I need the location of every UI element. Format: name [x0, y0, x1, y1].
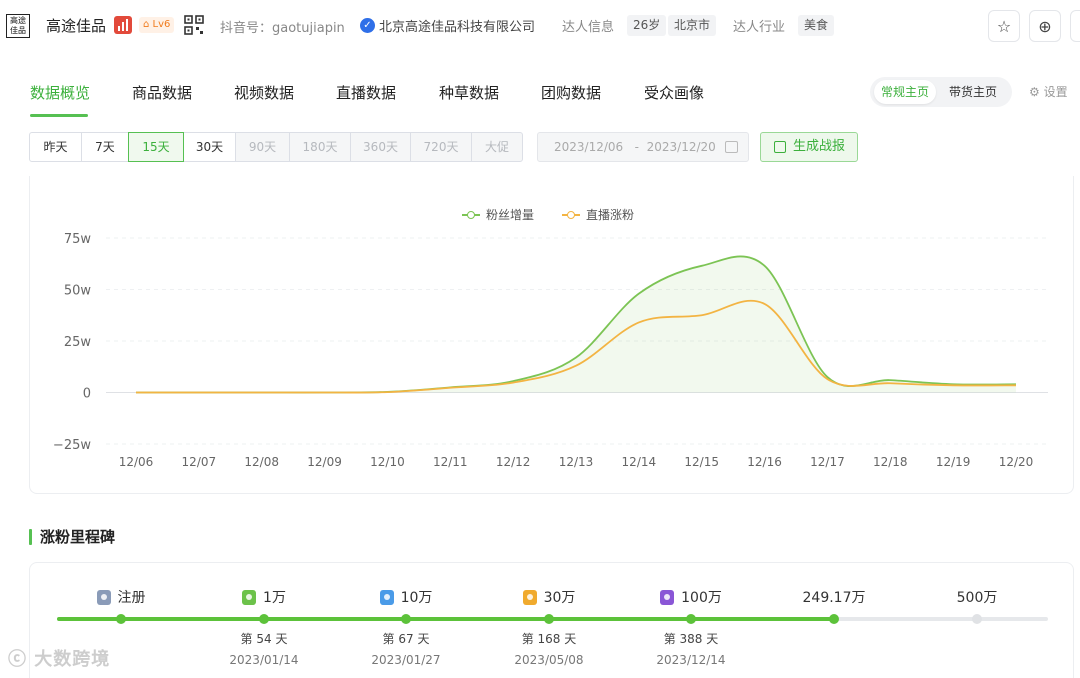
milestone-dot [829, 614, 839, 624]
milestone-progress [57, 617, 835, 621]
milestone-dot [544, 614, 554, 624]
x-tick-label: 12/16 [747, 455, 782, 469]
watermark: ⓒ 大数跨境 [8, 645, 110, 671]
x-tick-label: 12/09 [307, 455, 342, 469]
x-tick-label: 12/17 [810, 455, 845, 469]
watermark-text: 大数跨境 [34, 649, 111, 670]
y-tick-label: −25w [53, 438, 91, 453]
milestone-dot [116, 614, 126, 624]
milestone-label: 249.17万 [802, 590, 866, 606]
milestone-dot [686, 614, 696, 624]
milestone-badge-icon [379, 589, 394, 605]
x-tick-label: 12/10 [370, 455, 405, 469]
y-tick-label: 50w [64, 284, 92, 299]
x-tick-label: 12/18 [873, 455, 908, 469]
y-tick-label: 25w [64, 335, 92, 350]
milestone-day: 第 54 天 [240, 632, 288, 646]
milestone-label: 30万 [522, 587, 575, 607]
milestone-label: 100万 [660, 587, 722, 607]
y-tick-label: 75w [64, 232, 92, 247]
milestone-label: 注册 [96, 587, 146, 607]
milestone-label: 1万 [242, 587, 286, 607]
milestone-section-title: 涨粉里程碑 [29, 527, 115, 547]
watermark-logo-icon: ⓒ [8, 649, 27, 670]
x-tick-label: 12/11 [433, 455, 468, 469]
milestone-dot [401, 614, 411, 624]
y-tick-label: 0 [83, 387, 91, 402]
x-tick-label: 12/12 [496, 455, 531, 469]
milestone-day: 第 168 天 [521, 632, 577, 646]
milestone-day: 第 67 天 [382, 632, 430, 646]
series-area-0 [136, 256, 1016, 393]
x-tick-label: 12/20 [999, 455, 1034, 469]
milestone-label: 10万 [379, 587, 432, 607]
milestone-badge-icon [660, 589, 675, 605]
milestone-badge-icon [96, 589, 111, 605]
x-tick-label: 12/15 [684, 455, 719, 469]
x-tick-label: 12/14 [622, 455, 657, 469]
x-tick-label: 12/19 [936, 455, 971, 469]
milestone-day: 第 388 天 [663, 632, 719, 646]
x-tick-label: 12/07 [182, 455, 217, 469]
x-tick-label: 12/13 [559, 455, 594, 469]
x-tick-label: 12/06 [119, 455, 154, 469]
x-tick-label: 12/08 [244, 455, 279, 469]
milestone-label: 500万 [956, 590, 998, 606]
milestone-badge-icon [522, 589, 537, 605]
milestone-dot [259, 614, 269, 624]
milestone-dot [972, 614, 982, 624]
milestone-date: 2023/01/14 [229, 653, 299, 667]
milestone-date: 2023/05/08 [514, 653, 584, 667]
milestone-badge-icon [242, 589, 257, 605]
range-15d[interactable]: 15天 [128, 132, 184, 162]
milestone-date: 2023/01/27 [371, 653, 441, 667]
milestone-date: 2023/12/14 [656, 653, 726, 667]
